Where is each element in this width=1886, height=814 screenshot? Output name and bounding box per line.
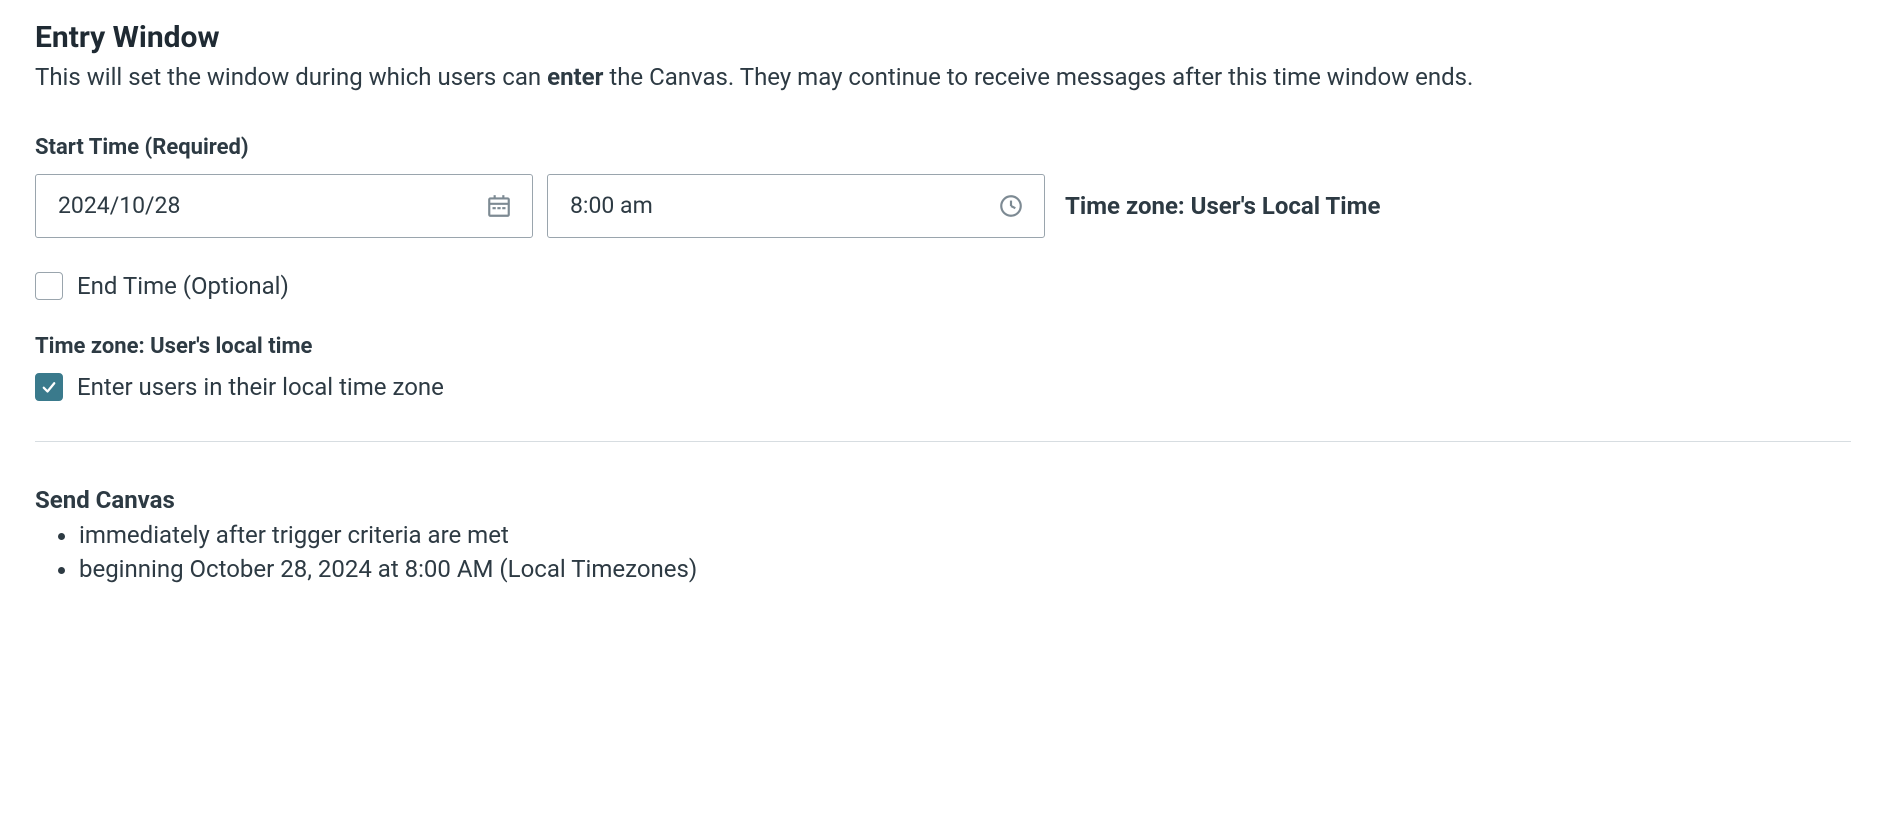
divider: [35, 441, 1851, 442]
start-time-label: Start Time (Required): [35, 135, 1851, 160]
clock-icon: [998, 193, 1024, 219]
summary-item: beginning October 28, 2024 at 8:00 AM (L…: [79, 552, 1851, 587]
start-time-input-wrap[interactable]: [547, 174, 1045, 238]
section-title: Entry Window: [35, 20, 1851, 55]
section-description: This will set the window during which us…: [35, 61, 1851, 95]
timezone-checkbox-row: Enter users in their local time zone: [35, 373, 1851, 401]
start-date-input[interactable]: [36, 192, 486, 219]
summary-item: immediately after trigger criteria are m…: [79, 518, 1851, 553]
calendar-icon: [486, 193, 512, 219]
end-time-label: End Time (Optional): [77, 272, 289, 300]
desc-pre: This will set the window during which us…: [35, 63, 547, 91]
summary-list: immediately after trigger criteria are m…: [35, 518, 1851, 588]
start-time-input[interactable]: [548, 192, 998, 219]
summary-title: Send Canvas: [35, 486, 1851, 514]
local-timezone-label: Enter users in their local time zone: [77, 373, 444, 401]
desc-bold: enter: [547, 63, 603, 91]
timezone-heading: Time zone: User's local time: [35, 334, 1851, 359]
start-time-row: Time zone: User's Local Time: [35, 174, 1851, 238]
end-time-row: End Time (Optional): [35, 272, 1851, 300]
check-icon: [40, 378, 58, 396]
timezone-hint: Time zone: User's Local Time: [1065, 192, 1380, 220]
start-date-input-wrap[interactable]: [35, 174, 533, 238]
local-timezone-checkbox[interactable]: [35, 373, 63, 401]
end-time-checkbox[interactable]: [35, 272, 63, 300]
desc-post: the Canvas. They may continue to receive…: [603, 63, 1473, 91]
